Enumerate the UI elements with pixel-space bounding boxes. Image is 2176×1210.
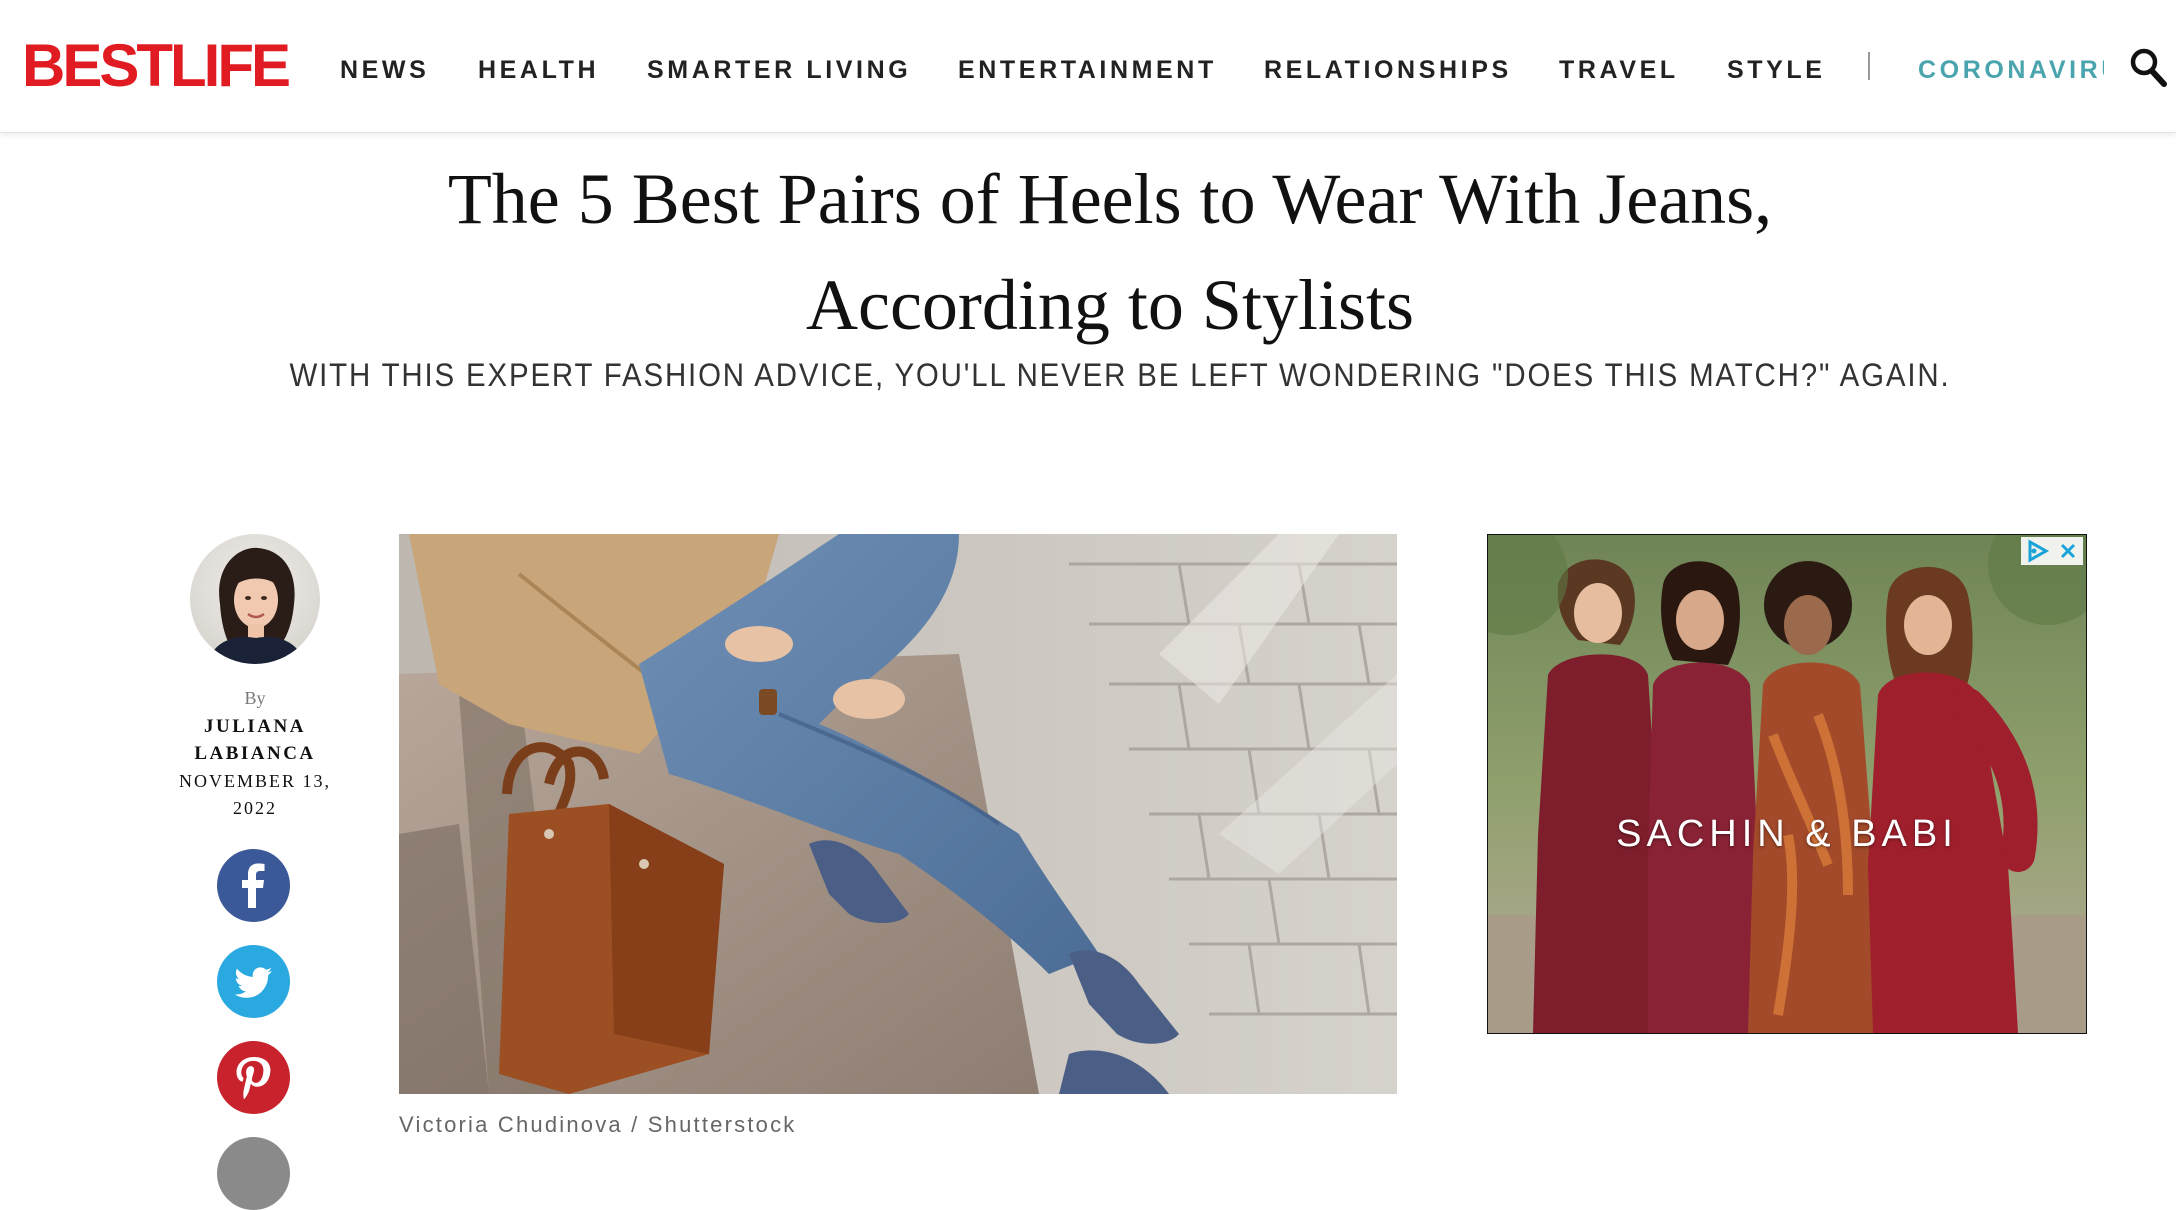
share-pinterest-button[interactable] — [217, 1041, 290, 1114]
nav-item-relationships[interactable]: RELATIONSHIPS — [1264, 55, 1512, 85]
article-subtitle: WITH THIS EXPERT FASHION ADVICE, YOU'LL … — [289, 357, 1951, 393]
nav-item-travel[interactable]: TRAVEL — [1559, 55, 1679, 85]
article-title: The 5 Best Pairs of Heels to Wear With J… — [447, 159, 1773, 345]
ad-close-button[interactable] — [2053, 537, 2083, 565]
ad-brand-name: SACHIN & BABI — [1616, 813, 1958, 855]
share-twitter-button[interactable] — [217, 945, 290, 1018]
main-nav: NEWS HEALTH SMARTER LIVING ENTERTAINMENT… — [0, 0, 2176, 132]
publish-date: NOVEMBER 13, 2022 — [178, 771, 331, 818]
share-facebook-button[interactable] — [217, 849, 290, 922]
search-button[interactable] — [2128, 45, 2168, 89]
nav-item-coronavirus-label: CORONAVIRUS — [1918, 56, 2104, 84]
nav-item-health[interactable]: HEALTH — [478, 55, 599, 85]
ad-choices-button[interactable] — [2021, 537, 2053, 565]
nav-item-news[interactable]: NEWS — [340, 55, 429, 85]
twitter-icon — [234, 967, 272, 998]
author-photo — [208, 547, 304, 664]
hero-image — [399, 534, 1397, 1094]
nav-item-coronavirus[interactable]: CORONAVIRUS — [1918, 55, 2104, 87]
ad-image — [1488, 535, 2086, 1033]
nav-divider — [1868, 52, 1870, 80]
pinterest-icon — [236, 1057, 271, 1100]
site-header: BESTLIFE NEWS HEALTH SMARTER LIVING ENTE… — [0, 0, 2176, 133]
adchoices-icon — [2028, 539, 2050, 563]
share-more-button[interactable] — [217, 1137, 290, 1210]
byline-prefix: By — [244, 688, 266, 708]
close-icon — [2060, 543, 2076, 559]
nav-item-smarter-living[interactable]: SMARTER LIVING — [647, 55, 911, 85]
author-avatar[interactable] — [190, 534, 320, 664]
facebook-icon — [242, 863, 265, 908]
nav-item-entertainment[interactable]: ENTERTAINMENT — [958, 55, 1217, 85]
photo-credit: Victoria Chudinova / Shutterstock — [399, 1112, 797, 1137]
hero-photo — [399, 534, 1397, 1094]
search-icon — [2130, 48, 2167, 87]
nav-item-style[interactable]: STYLE — [1727, 55, 1826, 85]
advertisement[interactable]: SACHIN & BABI — [1487, 534, 2087, 1034]
author-name[interactable]: JULIANA LABIANCA — [160, 713, 350, 767]
